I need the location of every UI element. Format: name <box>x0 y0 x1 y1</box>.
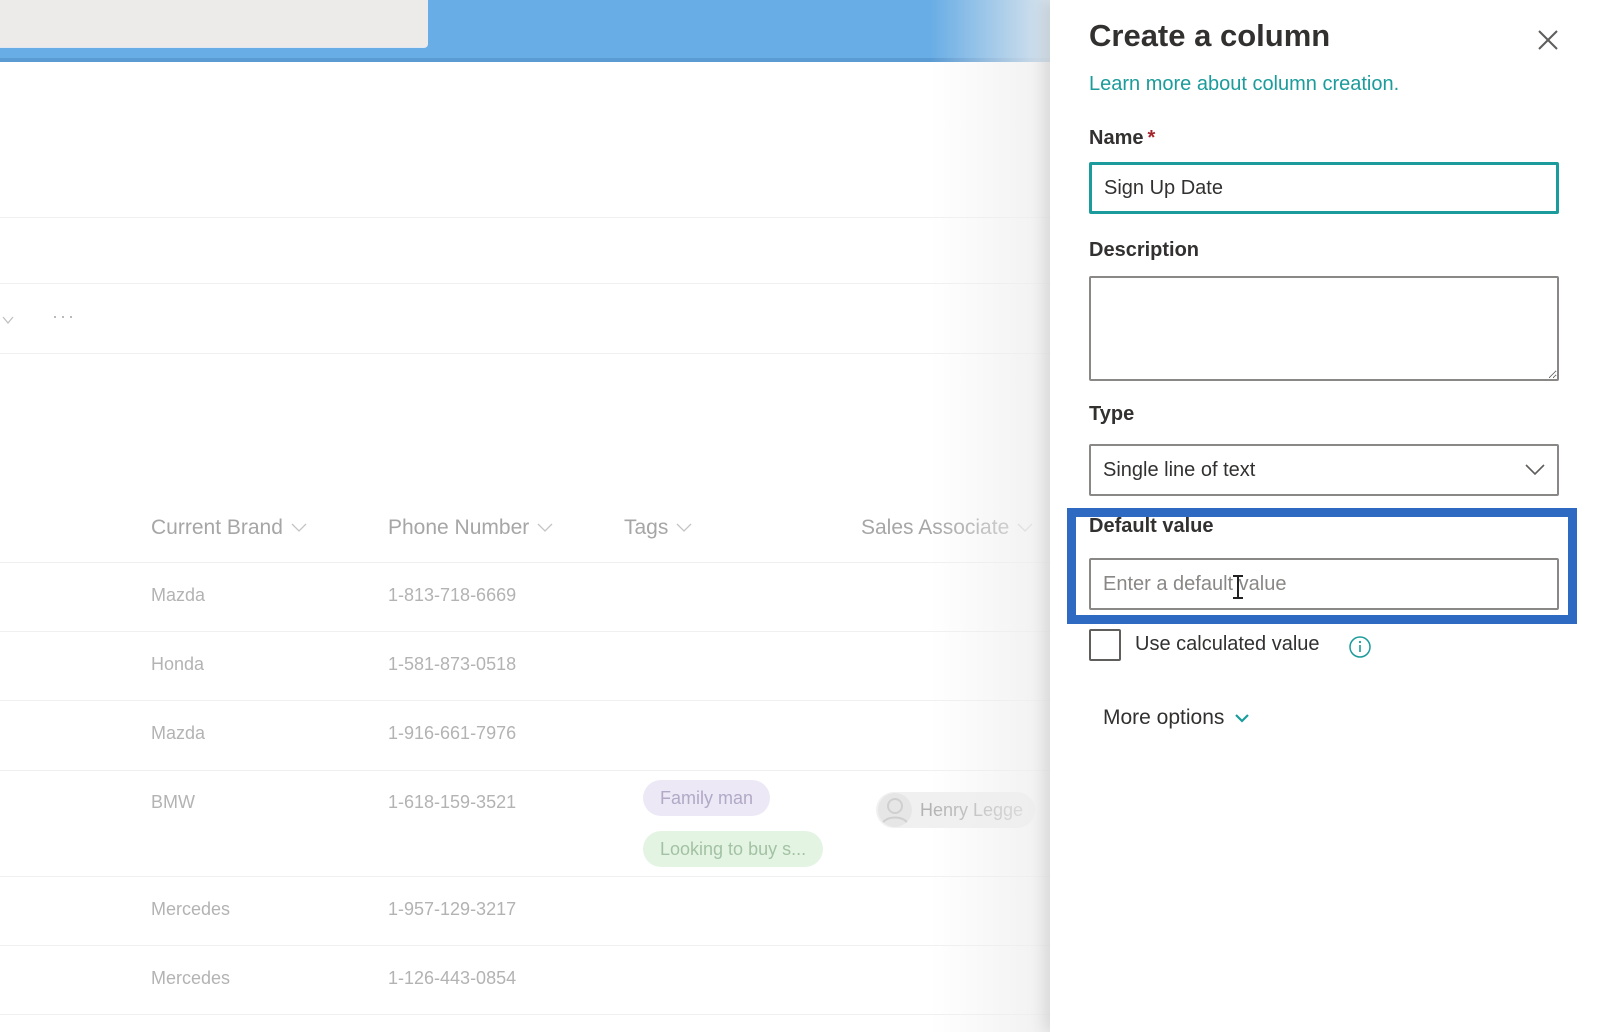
type-dropdown[interactable]: Single line of text <box>1089 444 1559 496</box>
divider <box>0 876 1050 877</box>
divider <box>0 217 1050 218</box>
person-chip[interactable]: Henry Legge <box>876 792 1036 828</box>
column-header-label: Sales Associate <box>861 516 1010 539</box>
chevron-down-icon <box>1235 714 1250 723</box>
more-options-toggle[interactable]: More options <box>1103 706 1250 730</box>
column-header-label: Phone Number <box>388 516 530 539</box>
more-actions-button[interactable]: ··· <box>52 306 76 327</box>
divider <box>0 631 1050 632</box>
divider <box>0 562 1050 563</box>
chevron-down-icon <box>291 523 307 532</box>
chevron-down-icon <box>1017 523 1033 532</box>
use-calculated-value-checkbox[interactable] <box>1089 629 1121 661</box>
page: ··· Current Brand Phone Number Tags Sale… <box>0 0 1600 1032</box>
cell-brand: Mazda <box>151 585 206 605</box>
cell-phone: 1-618-159-3521 <box>388 792 517 812</box>
column-header-phone-number[interactable]: Phone Number <box>388 516 553 540</box>
description-textarea[interactable] <box>1089 276 1559 381</box>
learn-more-link[interactable]: Learn more about column creation. <box>1089 73 1399 96</box>
chevron-down-icon <box>537 523 553 532</box>
close-icon[interactable] <box>1534 26 1562 54</box>
search-box[interactable] <box>0 0 428 48</box>
cell-brand: Honda <box>151 654 205 674</box>
cell-phone: 1-126-443-0854 <box>388 968 517 988</box>
cell-phone: 1-916-661-7976 <box>388 723 517 743</box>
tag-pill: Looking to buy s... <box>643 831 824 867</box>
type-label: Type <box>1089 403 1135 425</box>
divider <box>0 700 1050 701</box>
chevron-down-icon[interactable] <box>2 314 14 326</box>
column-header-tags[interactable]: Tags <box>624 516 692 540</box>
more-options-label: More options <box>1103 706 1225 729</box>
tag-pill: Family man <box>643 780 771 816</box>
person-name: Henry Legge <box>920 799 1024 820</box>
divider <box>0 770 1050 771</box>
use-calculated-value-label: Use calculated value <box>1135 633 1320 655</box>
default-value-input[interactable] <box>1089 558 1559 610</box>
name-input[interactable] <box>1089 162 1559 214</box>
cell-brand: BMW <box>151 792 195 812</box>
create-column-panel: Create a column Learn more about column … <box>1050 0 1600 1032</box>
cell-phone: 1-813-718-6669 <box>388 585 517 605</box>
cell-brand: Mercedes <box>151 899 231 919</box>
required-mark: * <box>1147 127 1156 149</box>
type-selected-value: Single line of text <box>1103 458 1256 481</box>
cell-brand: Mazda <box>151 723 206 743</box>
cell-phone: 1-581-873-0518 <box>388 654 517 674</box>
chevron-down-icon <box>676 523 692 532</box>
suite-bar-edge <box>0 58 1050 62</box>
cell-phone: 1-957-129-3217 <box>388 899 517 919</box>
divider <box>0 1014 1050 1015</box>
column-header-label: Current Brand <box>151 516 283 539</box>
column-header-label: Tags <box>624 516 669 539</box>
info-icon[interactable] <box>1348 635 1372 659</box>
column-header-current-brand[interactable]: Current Brand <box>151 516 307 540</box>
default-value-label: Default value <box>1089 515 1214 537</box>
description-label: Description <box>1089 239 1200 261</box>
chevron-down-icon <box>1525 464 1545 476</box>
name-label: Name * <box>1089 127 1155 150</box>
person-icon <box>881 798 909 826</box>
divider <box>0 353 1050 354</box>
avatar <box>878 793 912 827</box>
cell-brand: Mercedes <box>151 968 231 988</box>
name-label-text: Name <box>1089 127 1144 149</box>
column-header-sales-associate[interactable]: Sales Associate <box>861 516 1033 540</box>
panel-title: Create a column <box>1089 18 1331 53</box>
divider <box>0 945 1050 946</box>
list-view-background: ··· Current Brand Phone Number Tags Sale… <box>0 0 1050 1032</box>
divider <box>0 283 1050 284</box>
